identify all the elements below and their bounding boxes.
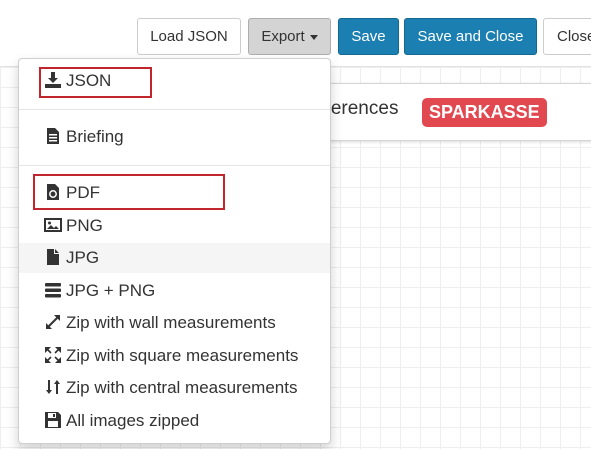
menu-item-all-images[interactable]: All images zipped — [19, 406, 330, 436]
top-toolbar: Load JSON Export Save Save and Close Clo… — [0, 0, 591, 67]
image-icon — [44, 216, 62, 234]
menu-item-png[interactable]: PNG — [19, 211, 330, 241]
menu-item-label: Briefing — [66, 127, 124, 146]
json-highlight-box — [39, 67, 152, 98]
resize-diagonal-icon — [44, 313, 62, 331]
menu-item-label: All images zipped — [66, 411, 200, 430]
export-dropdown-button[interactable]: Export — [248, 18, 331, 55]
menu-item-zip-central[interactable]: Zip with central measurements — [19, 373, 330, 403]
export-label: Export — [261, 28, 305, 45]
menu-item-label: Zip with central measurements — [66, 378, 298, 397]
file-icon — [44, 248, 62, 266]
menu-item-label: JPG + PNG — [66, 281, 156, 300]
menu-item-jpg-png[interactable]: JPG + PNG — [19, 276, 330, 306]
save-button[interactable]: Save — [338, 18, 399, 55]
menu-item-label: PNG — [66, 216, 103, 235]
menu-item-label: JPG — [66, 248, 100, 267]
menu-item-jpg[interactable]: JPG — [19, 243, 330, 273]
save-and-close-button[interactable]: Save and Close — [404, 18, 537, 55]
sort-arrows-icon — [44, 378, 62, 396]
menu-divider — [19, 165, 330, 166]
caret-down-icon — [309, 34, 318, 40]
load-json-button[interactable]: Load JSON — [137, 18, 241, 55]
file-text-icon — [44, 127, 62, 145]
menu-item-label: Zip with wall measurements — [66, 313, 276, 332]
menu-item-zip-wall[interactable]: Zip with wall measurements — [19, 308, 330, 338]
menu-divider — [19, 109, 330, 110]
status-badge: SPARKASSE — [422, 98, 547, 127]
title-card: eferences SPARKASSE — [300, 83, 591, 141]
menu-item-zip-square[interactable]: Zip with square measurements — [19, 341, 330, 371]
export-dropdown-menu: JSON Briefing PDF PNG JPG JPG + PNG Zip … — [18, 58, 331, 444]
pdf-highlight-box — [33, 174, 225, 210]
menu-item-label: Zip with square measurements — [66, 346, 299, 365]
menu-item-briefing[interactable]: Briefing — [19, 122, 330, 152]
layers-icon — [44, 281, 62, 299]
expand-icon — [44, 346, 62, 364]
close-button[interactable]: Close — [543, 18, 591, 55]
floppy-disk-icon — [44, 411, 62, 429]
